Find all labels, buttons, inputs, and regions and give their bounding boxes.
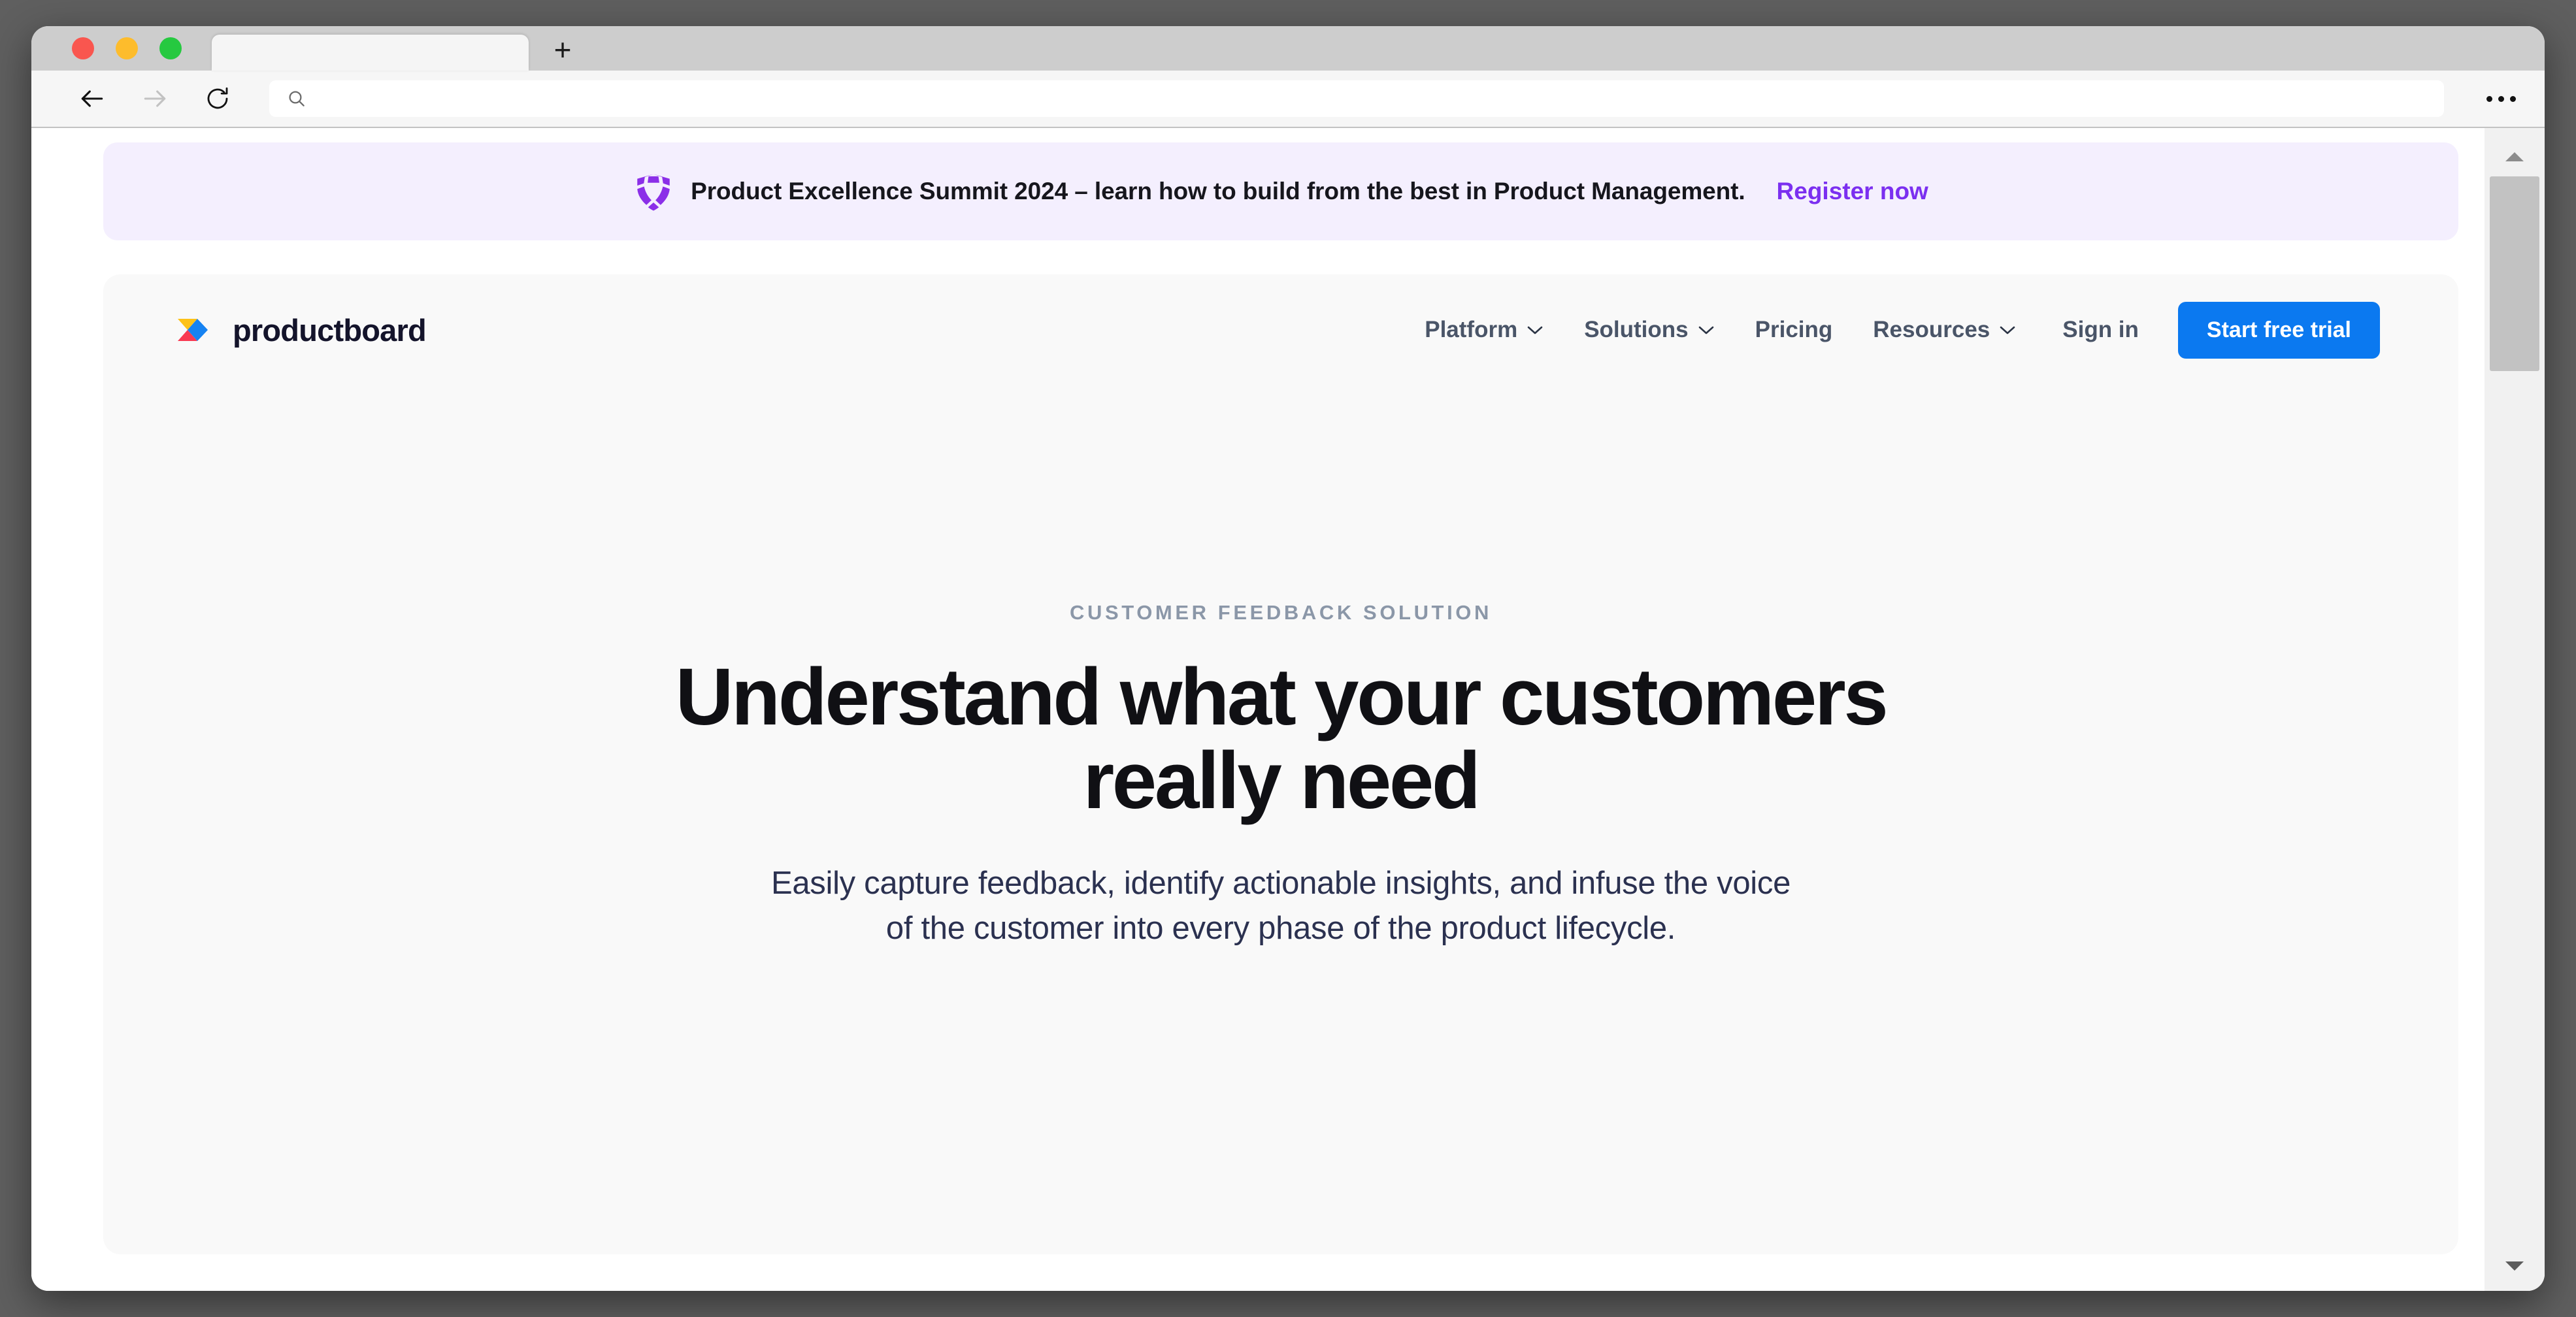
brand-logo[interactable]: productboard	[175, 310, 427, 350]
new-tab-button[interactable]: +	[547, 34, 578, 65]
register-now-link[interactable]: Register now	[1777, 178, 1928, 205]
forward-arrow-icon	[144, 90, 166, 107]
scrollbar-thumb[interactable]	[2490, 176, 2539, 371]
chevron-down-icon	[2000, 326, 2015, 334]
nav-item-solutions[interactable]: Solutions	[1564, 317, 1734, 343]
hero-title: Understand what your customers really ne…	[352, 656, 2210, 823]
forward-button[interactable]	[137, 81, 173, 116]
site-header: productboard Platform Solutions Pricing …	[103, 274, 2458, 385]
chevron-down-icon	[1527, 326, 1543, 334]
sign-in-link[interactable]: Sign in	[2036, 317, 2162, 343]
browser-window: + Product Excellence Summit 2024 – learn…	[31, 26, 2545, 1291]
hero-eyebrow: CUSTOMER FEEDBACK SOLUTION	[1069, 601, 1493, 624]
announcement-banner[interactable]: Product Excellence Summit 2024 – learn h…	[103, 142, 2458, 240]
shield-icon	[635, 171, 672, 212]
scrollbar-track[interactable]	[2485, 176, 2545, 1241]
scroll-up-icon	[2505, 152, 2524, 161]
address-input[interactable]	[320, 80, 2427, 117]
browser-viewport: Product Excellence Summit 2024 – learn h…	[31, 128, 2545, 1291]
nav-label: Platform	[1425, 317, 1518, 342]
sign-in-label: Sign in	[2062, 317, 2139, 342]
nav-label: Solutions	[1584, 317, 1689, 342]
hero-subtitle: Easily capture feedback, identify action…	[352, 861, 2210, 952]
browser-menu-button[interactable]	[2482, 81, 2520, 116]
productboard-logo-icon	[178, 319, 208, 341]
back-arrow-icon	[81, 90, 103, 107]
window-controls	[72, 37, 182, 59]
minimize-window-button[interactable]	[116, 37, 138, 59]
nav-item-resources[interactable]: Resources	[1853, 317, 2036, 343]
menu-dot	[2486, 95, 2492, 102]
address-bar[interactable]	[269, 80, 2444, 117]
announcement-text: Product Excellence Summit 2024 – learn h…	[691, 178, 1745, 204]
browser-tab-strip: +	[31, 26, 2545, 71]
main-navigation: Platform Solutions Pricing Resources Sig…	[1404, 301, 2380, 359]
search-icon	[289, 91, 305, 106]
start-free-trial-button[interactable]: Start free trial	[2177, 301, 2380, 359]
back-button[interactable]	[74, 81, 110, 116]
nav-item-pricing[interactable]: Pricing	[1735, 317, 1853, 343]
menu-dot	[2498, 95, 2504, 102]
page-scrollbar[interactable]	[2485, 128, 2545, 1291]
web-page: Product Excellence Summit 2024 – learn h…	[31, 128, 2485, 1291]
browser-tab[interactable]	[212, 35, 529, 71]
scroll-down-button[interactable]	[2485, 1241, 2545, 1291]
brand-name: productboard	[233, 312, 427, 348]
hero-subtitle-line-2: of the customer into every phase of the …	[885, 911, 1676, 947]
menu-dot	[2509, 95, 2516, 102]
site-content-card: productboard Platform Solutions Pricing …	[103, 274, 2458, 1254]
reload-button[interactable]	[200, 81, 235, 116]
nav-label: Resources	[1873, 317, 1990, 342]
scroll-down-icon	[2505, 1261, 2524, 1271]
reload-icon	[207, 87, 228, 109]
hero-subtitle-line-1: Easily capture feedback, identify action…	[770, 865, 1791, 901]
hero-section: CUSTOMER FEEDBACK SOLUTION Understand wh…	[103, 385, 2458, 952]
maximize-window-button[interactable]	[159, 37, 182, 59]
nav-label: Pricing	[1755, 317, 1833, 342]
chevron-down-icon	[1698, 326, 1713, 334]
browser-toolbar	[31, 71, 2545, 128]
close-window-button[interactable]	[72, 37, 94, 59]
desktop-background: + Product Excellence Summit 2024 – learn…	[0, 0, 2576, 1317]
hero-title-line-2: really need	[1083, 736, 1481, 826]
nav-item-platform[interactable]: Platform	[1404, 317, 1564, 343]
scroll-up-button[interactable]	[2485, 137, 2545, 176]
hero-title-line-1: Understand what your customers	[675, 653, 1889, 742]
